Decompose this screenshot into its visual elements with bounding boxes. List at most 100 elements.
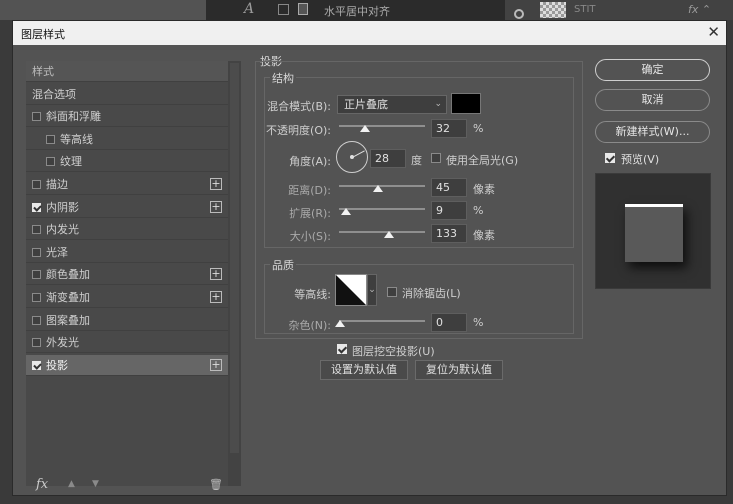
background-checkbox [278,4,289,15]
visibility-icon [514,9,524,19]
noise-slider-thumb[interactable] [335,320,345,327]
style-item[interactable]: 外发光 [26,332,228,353]
background-panel [0,0,206,20]
move-up-icon[interactable]: ▲ [68,479,75,489]
noise-slider-track[interactable] [339,320,425,322]
background-label: 水平居中对齐 [324,5,390,18]
cancel-button[interactable]: 取消 [595,89,710,111]
style-item-checkbox[interactable] [46,157,55,166]
ok-button[interactable]: 确定 [595,59,710,81]
style-item[interactable]: 内发光 [26,219,228,240]
distance-slider-thumb[interactable] [373,185,383,192]
style-item-checkbox[interactable] [32,361,41,370]
styles-list: 样式 混合选项斜面和浮雕等高线纹理描边 + 内阴影 + 内发光光泽颜色叠加 + 渐变叠加 + 图… [26,61,241,486]
add-effect-icon[interactable]: + [210,268,222,280]
style-item-label: 等高线 [60,133,93,146]
preview-label[interactable]: 预览(V) [621,151,659,167]
antialias-checkbox[interactable] [387,287,397,297]
style-item-checkbox[interactable] [32,338,41,347]
style-item-checkbox[interactable] [32,270,41,279]
style-item-label: 描边 [46,178,68,191]
add-effect-icon[interactable]: + [210,359,222,371]
move-down-icon[interactable]: ▼ [92,479,99,489]
dialog-titlebar: 图层样式 ✕ [13,21,726,45]
style-item[interactable]: 纹理 [26,151,228,172]
knockout-checkbox[interactable] [337,344,347,354]
distance-field[interactable]: 45 [431,178,467,197]
style-item-label: 斜面和浮雕 [46,110,101,123]
style-item[interactable]: 等高线 [26,129,228,150]
contour-preview[interactable] [335,274,367,306]
contour-label: 等高线: [294,288,331,301]
style-item-checkbox[interactable] [32,225,41,234]
styles-list-scrollbar[interactable] [228,61,241,486]
reset-default-button[interactable]: 复位为默认值 [415,360,503,380]
opacity-label: 不透明度(O): [266,124,331,137]
opacity-unit: % [473,122,484,135]
style-item[interactable]: 描边 + [26,174,228,195]
style-item-checkbox[interactable] [32,293,41,302]
style-item-checkbox[interactable] [32,112,41,121]
spread-slider-thumb[interactable] [341,208,351,215]
style-item[interactable]: 内阴影 + [26,197,228,218]
style-item-label: 光泽 [46,246,68,259]
shadow-color-swatch[interactable] [451,93,481,114]
angle-label: 角度(A): [289,155,331,168]
styles-list-header[interactable]: 样式 [26,61,228,82]
style-item-checkbox[interactable] [32,180,41,189]
layer-style-dialog: 图层样式 ✕ 样式 混合选项斜面和浮雕等高线纹理描边 + 内阴影 + 内发光光泽颜色叠加… [12,20,727,496]
global-light-label[interactable]: 使用全局光(G) [446,152,518,168]
style-item-label: 外发光 [46,336,79,349]
preview-swatch [625,204,683,262]
angle-dial[interactable] [336,141,368,173]
style-item-label: 颜色叠加 [46,268,90,281]
size-label: 大小(S): [289,230,331,243]
opacity-slider-thumb[interactable] [360,125,370,132]
size-field[interactable]: 133 [431,224,467,243]
layer-thumbnail [540,2,566,18]
trash-icon[interactable]: 🗑 [209,478,223,491]
style-item[interactable]: 混合选项 [26,84,228,105]
add-effect-icon[interactable]: + [210,291,222,303]
style-item[interactable]: 投影 + [26,355,228,376]
angle-field[interactable]: 28 [370,149,406,168]
fx-icon[interactable]: fx [36,477,48,492]
close-icon[interactable]: ✕ [707,23,720,41]
add-effect-icon[interactable]: + [210,201,222,213]
document-icon [298,3,308,15]
spread-field[interactable]: 9 [431,201,467,220]
contour-shape [336,275,366,305]
size-slider-track[interactable] [339,231,425,233]
make-default-button[interactable]: 设置为默认值 [320,360,408,380]
style-item[interactable]: 图案叠加 [26,310,228,331]
style-item-checkbox[interactable] [46,135,55,144]
style-item-label: 内发光 [46,223,79,236]
global-light-checkbox[interactable] [431,153,441,163]
spread-slider-track[interactable] [339,208,425,210]
preview-checkbox[interactable] [605,153,615,163]
style-item[interactable]: 颜色叠加 + [26,264,228,285]
style-item[interactable]: 斜面和浮雕 [26,106,228,127]
style-item[interactable]: 光泽 [26,242,228,263]
add-effect-icon[interactable]: + [210,178,222,190]
contour-dropdown[interactable]: ⌄ [367,274,377,306]
style-item-checkbox[interactable] [32,248,41,257]
knockout-label[interactable]: 图层挖空投影(U) [352,343,435,359]
antialias-label[interactable]: 消除锯齿(L) [402,285,461,301]
style-item-label: 内阴影 [46,201,79,214]
noise-unit: % [473,316,484,329]
angle-dial-center [350,155,354,159]
blend-mode-select[interactable]: 正片叠底 ⌄ [337,95,447,114]
new-style-button[interactable]: 新建样式(W)... [595,121,710,143]
style-item-checkbox[interactable] [32,316,41,325]
fx-icon: fx ⌃ [688,3,712,16]
angle-unit: 度 [411,154,422,167]
style-item-label: 渐变叠加 [46,291,90,304]
opacity-field[interactable]: 32 [431,119,467,138]
scrollbar-thumb[interactable] [230,63,239,453]
size-slider-thumb[interactable] [384,231,394,238]
style-item-checkbox[interactable] [32,203,41,212]
noise-field[interactable]: 0 [431,313,467,332]
opacity-slider-track[interactable] [339,125,425,127]
style-item[interactable]: 渐变叠加 + [26,287,228,308]
